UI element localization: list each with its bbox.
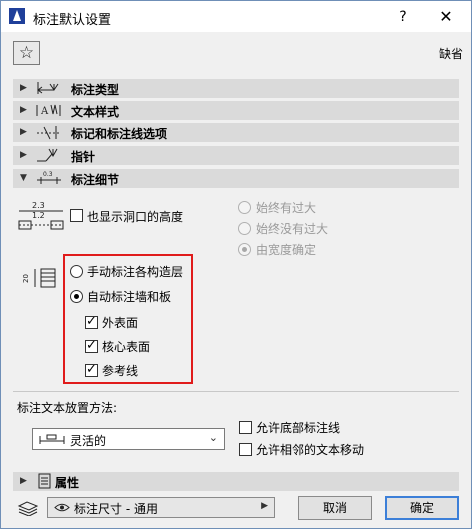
reference-line-label: 参考线 (102, 364, 139, 378)
opening-option-always-oversize-radio[interactable] (238, 201, 251, 214)
collapse-arrow-icon: ▼ (20, 173, 27, 183)
wall-icon-number: 20 (22, 274, 30, 283)
wall-layers-icon: 20 (22, 268, 56, 288)
default-label: 缺省 (439, 47, 464, 61)
placement-method-icon (39, 434, 65, 444)
help-button[interactable]: ? (391, 6, 415, 28)
expand-arrow-icon: ▶ (20, 150, 27, 160)
opening-option-by-width-radio[interactable] (238, 243, 251, 256)
expand-arrow-icon: ▶ (20, 476, 27, 486)
placement-method-dropdown[interactable]: 灵活的 ⌄ (32, 428, 225, 450)
pointer-icon (37, 148, 58, 162)
ok-button[interactable]: 确定 (385, 496, 459, 520)
opening-icon-bottom-number: 1.2 (32, 211, 45, 220)
opening-icon-top-number: 2.3 (32, 201, 45, 210)
opening-option-by-width-label: 由宽度确定 (256, 243, 317, 257)
section-dimension-detail[interactable]: ▼ 0.3 标注细节 (13, 169, 459, 188)
opening-option-always-oversize-label: 始终有过大 (256, 201, 317, 215)
core-surface-label: 核心表面 (102, 340, 151, 354)
expand-arrow-icon: ▶ (20, 127, 27, 137)
section-label: 标记和标注线选项 (71, 127, 168, 141)
star-icon: ☆ (18, 43, 35, 63)
section-properties[interactable]: ▶ 属性 (13, 472, 459, 491)
favorites-button[interactable]: ☆ (13, 41, 40, 65)
svg-text:A: A (40, 106, 49, 117)
section-label: 标注细节 (71, 173, 120, 187)
outer-surface-checkbox[interactable] (85, 314, 98, 329)
core-surface-checkbox[interactable] (85, 338, 98, 353)
allow-adjacent-checkbox[interactable] (239, 443, 252, 456)
manual-layers-label: 手动标注各构造层 (87, 265, 184, 279)
close-button[interactable]: ✕ (434, 6, 458, 28)
dialog-window: 标注默认设置 ? ✕ ☆ 缺省 ▶ 标注类型 ▶ A 文本样式 ▶ 标记和标注线… (0, 0, 472, 529)
cancel-button[interactable]: 取消 (298, 496, 372, 520)
dimension-detail-icon: 0.3 (37, 171, 61, 184)
layer-icon (17, 501, 39, 516)
show-opening-height-checkbox[interactable] (70, 209, 83, 222)
opening-height-icon: 2.3 1.2 (18, 201, 64, 230)
placement-heading: 标注文本放置方法: (17, 401, 118, 415)
allow-adjacent-label: 允许相邻的文本移动 (256, 443, 365, 457)
window-title: 标注默认设置 (33, 13, 112, 28)
chevron-right-icon: ▶ (261, 501, 268, 511)
section-pointer[interactable]: ▶ 指针 (13, 146, 459, 165)
layer-dropdown[interactable]: 标注尺寸 - 通用 ▶ (47, 497, 275, 518)
svg-text:0.3: 0.3 (43, 171, 53, 178)
opening-option-never-oversize-label: 始终没有过大 (256, 222, 329, 236)
section-label: 标注类型 (71, 83, 120, 97)
placement-method-value: 灵活的 (70, 434, 107, 448)
reference-line-checkbox[interactable] (85, 362, 98, 377)
opening-option-never-oversize-radio[interactable] (238, 222, 251, 235)
title-bar: 标注默认设置 ? ✕ (1, 1, 471, 32)
archicad-logo-icon (9, 8, 25, 24)
section-label: 属性 (55, 476, 80, 490)
auto-walls-slabs-radio[interactable] (70, 290, 83, 303)
manual-layers-radio[interactable] (70, 265, 83, 278)
outer-surface-label: 外表面 (102, 316, 139, 330)
show-opening-height-label: 也显示洞口的高度 (87, 210, 184, 224)
chevron-down-icon: ⌄ (208, 431, 218, 444)
section-marker-options[interactable]: ▶ 标记和标注线选项 (13, 123, 459, 142)
text-style-icon: A (36, 104, 61, 117)
section-label: 指针 (71, 150, 96, 164)
section-text-style[interactable]: ▶ A 文本样式 (13, 101, 459, 120)
auto-walls-slabs-label: 自动标注墙和板 (87, 290, 172, 304)
expand-arrow-icon: ▶ (20, 105, 27, 115)
section-label: 文本样式 (71, 105, 120, 119)
eye-icon (54, 503, 70, 512)
marker-options-icon (37, 126, 59, 140)
dimension-type-icon (37, 82, 59, 94)
expand-arrow-icon: ▶ (20, 83, 27, 93)
separator (13, 391, 459, 392)
allow-bottom-checkbox[interactable] (239, 421, 252, 434)
layer-value: 标注尺寸 - 通用 (74, 502, 158, 516)
allow-bottom-label: 允许底部标注线 (256, 421, 341, 435)
section-dimension-type[interactable]: ▶ 标注类型 (13, 79, 459, 98)
